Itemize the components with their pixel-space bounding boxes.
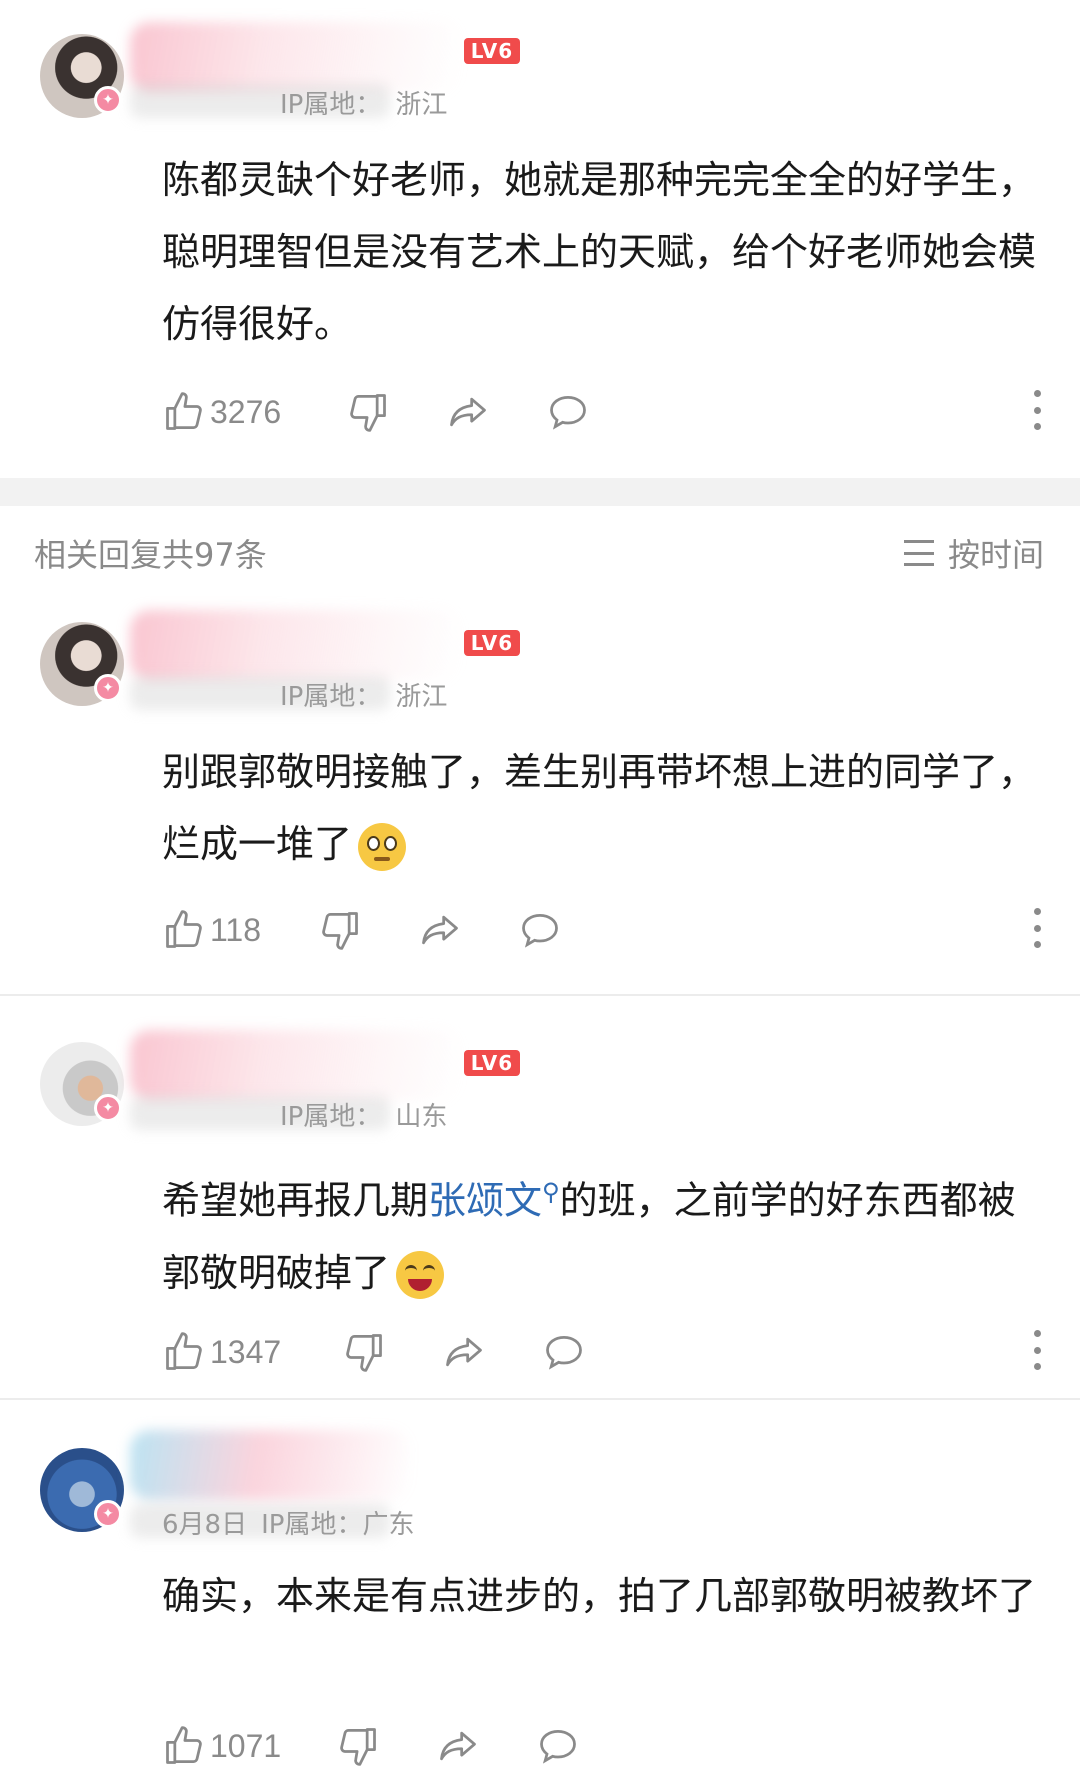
more-options-icon[interactable]: [1032, 1330, 1042, 1370]
sort-lines-icon: [903, 540, 934, 566]
comment-actions: 1071: [162, 1716, 1042, 1776]
blurred-username: [130, 22, 460, 92]
share-button[interactable]: [418, 900, 462, 960]
like-button[interactable]: 1071: [162, 1716, 281, 1776]
level-badge: LV6: [464, 1050, 520, 1076]
reply-item: ✦ 6月8日 IP属地：广东 确实，本来是有点进步的，拍了几部郭敬明被教坏了 10…: [0, 1412, 1080, 1779]
reply-button[interactable]: [546, 382, 590, 442]
chat-bubble-icon: [522, 913, 558, 948]
vip-badge-icon: ✦: [94, 1500, 122, 1528]
ip-location-label: IP属地：: [280, 682, 382, 712]
comment-actions: 1347: [162, 1322, 1042, 1382]
comment-meta: IP属地： 山东: [280, 1096, 447, 1133]
chat-bubble-icon: [546, 1335, 582, 1370]
like-button[interactable]: 1347: [162, 1322, 281, 1382]
comment-text: 陈都灵缺个好老师，她就是那种完完全全的好学生，聪明理智但是没有艺术上的天赋，给个…: [162, 158, 1037, 346]
comment-meta: IP属地： 浙江: [280, 676, 447, 713]
vip-badge-icon: ✦: [94, 86, 122, 114]
vip-badge-icon: ✦: [94, 674, 122, 702]
comment-text: 确实，本来是有点进步的，拍了几部郭敬明被教坏了: [162, 1574, 1037, 1618]
more-options-icon[interactable]: [1032, 908, 1042, 948]
thumbs-down-icon: [322, 912, 358, 950]
reply-button[interactable]: [518, 900, 562, 960]
comment-text: 别跟郭敬明接触了，差生别再带坏想上进的同学了，烂成一堆了: [162, 736, 1042, 880]
blurred-username: [130, 610, 460, 680]
vip-badge-icon: ✦: [94, 1094, 122, 1122]
reply-item: ✦ LV6 IP属地： 山东 希望她再报几期张颂文⚲的班，之前学的好东西都被郭敬明…: [0, 1010, 1080, 1390]
reply-item: ✦ LV6 IP属地： 浙江 别跟郭敬明接触了，差生别再带坏想上进的同学了，烂成一…: [0, 600, 1080, 990]
like-button[interactable]: 3276: [162, 382, 281, 442]
comment-meta: IP属地： 浙江: [280, 84, 447, 121]
divider: [0, 1398, 1080, 1400]
dislike-button[interactable]: [346, 382, 390, 442]
sort-toggle[interactable]: 按时间: [903, 530, 1044, 576]
share-arrow-icon: [440, 1731, 476, 1761]
search-icon: ⚲: [542, 1178, 560, 1206]
comment-text: 希望她再报几期张颂文⚲的班，之前学的好东西都被郭敬明破掉了: [162, 1156, 1042, 1309]
like-count: 1071: [210, 1727, 282, 1764]
thumbs-up-icon: [166, 910, 202, 948]
thumbs-down-icon: [340, 1728, 376, 1766]
ip-location: 山东: [395, 1102, 448, 1132]
comment-actions: 3276: [162, 382, 1042, 442]
ip-location: 浙江: [395, 682, 448, 712]
comment-meta: 6月8日 IP属地：广东: [162, 1504, 414, 1541]
like-count: 3276: [210, 393, 282, 430]
ip-location-label: IP属地：: [261, 1510, 363, 1540]
dislike-button[interactable]: [342, 1322, 386, 1382]
sort-label: 按时间: [947, 536, 1044, 574]
comment-body: 别跟郭敬明接触了，差生别再带坏想上进的同学了，烂成一堆了: [162, 750, 1037, 866]
topic-link[interactable]: 张颂文: [428, 1179, 542, 1223]
comment-actions: 118: [162, 900, 1042, 960]
share-button[interactable]: [436, 1716, 480, 1776]
level-badge: LV6: [464, 38, 520, 64]
like-button[interactable]: 118: [162, 900, 261, 960]
reply-count: 相关回复共97条: [34, 536, 267, 574]
share-arrow-icon: [446, 1337, 482, 1367]
replies-header: 相关回复共97条 按时间: [0, 522, 1080, 582]
ip-location-label: IP属地：: [280, 90, 382, 120]
share-arrow-icon: [422, 915, 458, 945]
ip-location: 广东: [362, 1510, 415, 1540]
thumbs-up-icon: [166, 1332, 202, 1370]
divider: [0, 994, 1080, 996]
chat-bubble-icon: [540, 1729, 576, 1764]
laughing-emoji-icon: [396, 1251, 445, 1300]
top-comment: ✦ LV6 IP属地： 浙江 陈都灵缺个好老师，她就是那种完完全全的好学生，聪明理…: [0, 0, 1080, 470]
comment-body-start: 希望她再报几期: [162, 1178, 429, 1223]
share-arrow-icon: [450, 397, 486, 427]
reply-button[interactable]: [536, 1716, 580, 1776]
blurred-username: [130, 1430, 410, 1500]
chat-bubble-icon: [550, 395, 586, 430]
blurred-username: [130, 1030, 460, 1100]
thumbs-down-icon: [350, 394, 386, 432]
share-button[interactable]: [446, 382, 490, 442]
reply-button[interactable]: [542, 1322, 586, 1382]
eye-roll-emoji-icon: [358, 822, 407, 871]
thumbs-down-icon: [346, 1334, 382, 1372]
thumbs-up-icon: [166, 1726, 202, 1764]
share-button[interactable]: [442, 1322, 486, 1382]
section-separator: [0, 478, 1080, 506]
thumbs-up-icon: [166, 392, 202, 430]
more-options-icon[interactable]: [1032, 390, 1042, 430]
ip-location: 浙江: [395, 90, 448, 120]
level-badge: LV6: [464, 630, 520, 656]
ip-location-label: IP属地：: [280, 1102, 382, 1132]
dislike-button[interactable]: [336, 1716, 380, 1776]
like-count: 1347: [210, 1333, 282, 1370]
dislike-button[interactable]: [318, 900, 362, 960]
comment-date: 6月8日: [162, 1510, 248, 1540]
like-count: 118: [210, 911, 262, 948]
